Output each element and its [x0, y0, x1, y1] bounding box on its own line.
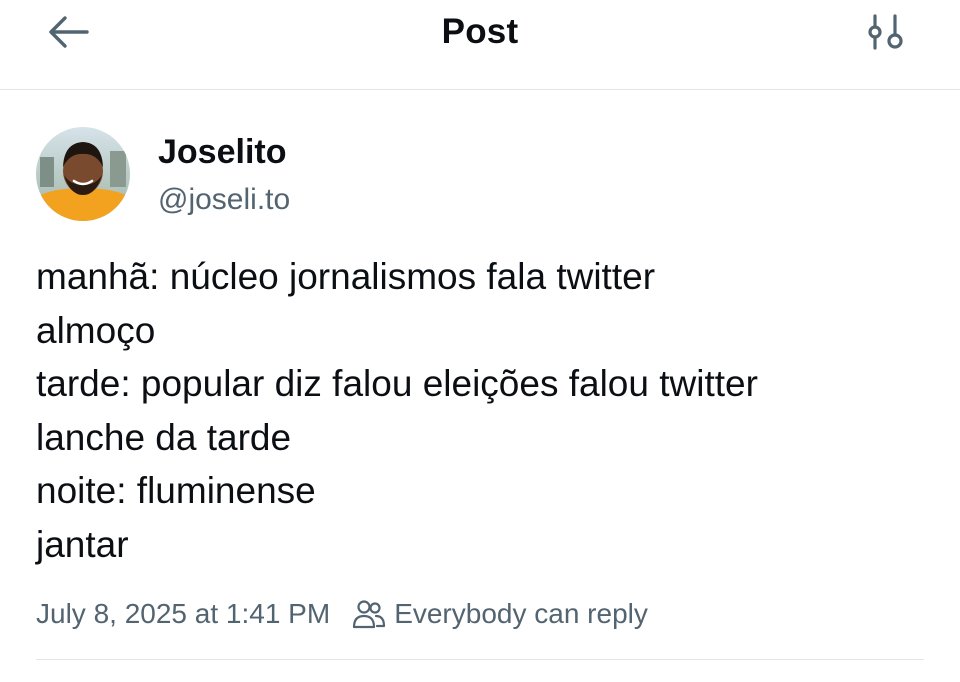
avatar[interactable]	[36, 127, 130, 221]
people-icon	[352, 599, 386, 629]
author-name[interactable]: Joselito	[158, 131, 286, 173]
post-meta: July 8, 2025 at 1:41 PM Everybody can re…	[36, 594, 648, 634]
post-line: tarde: popular diz falou eleições falou …	[36, 363, 758, 405]
reply-setting[interactable]: Everybody can reply	[394, 594, 648, 634]
post-line: noite: fluminense	[36, 470, 316, 512]
top-bar: Post	[0, 0, 960, 90]
post-line: manhã: núcleo jornalismos fala twitter	[36, 256, 656, 297]
post-text: manhã: núcleo jornalismos fala twitter a…	[36, 250, 936, 572]
sliders-icon	[867, 13, 903, 56]
post-line: almoço	[36, 309, 156, 351]
post-line: jantar	[36, 523, 129, 565]
author-handle[interactable]: @joseli.to	[158, 180, 290, 220]
filter-button[interactable]	[858, 10, 912, 58]
page-title: Post	[441, 12, 519, 51]
post-timestamp[interactable]: July 8, 2025 at 1:41 PM	[36, 594, 330, 634]
divider	[36, 659, 924, 660]
post-line: lanche da tarde	[36, 416, 292, 458]
